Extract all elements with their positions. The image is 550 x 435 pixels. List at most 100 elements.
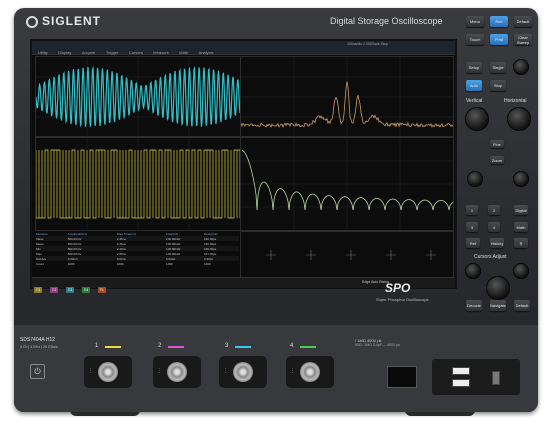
trigger-mode: Auto xyxy=(371,280,378,284)
channel-4-connector[interactable]: ⋮ xyxy=(286,356,334,388)
yellow-waveform-plot xyxy=(36,138,240,230)
zoom-button[interactable]: Zoom xyxy=(490,156,504,164)
measurement-table: Measure Amplitude(C1) Rise Time(C1) Freq… xyxy=(35,231,239,277)
channel-1-label: 1 xyxy=(95,343,98,349)
power-icon: ⏻ xyxy=(34,367,40,377)
math-button[interactable]: Math xyxy=(514,222,528,232)
probe-icon: ⋮ xyxy=(290,368,295,374)
pane4-grid xyxy=(241,138,453,230)
default-setup-button[interactable]: Default xyxy=(514,16,532,27)
green-waveform-plot xyxy=(241,138,453,230)
device-title: Digital Storage Oscilloscope xyxy=(330,16,443,26)
setup-button[interactable]: Setup xyxy=(466,62,482,73)
channel-badge-c4[interactable]: C4 xyxy=(82,287,90,293)
clear-sweep-button[interactable]: Clear Sweep xyxy=(514,34,532,45)
channel-3-color-bar xyxy=(235,346,251,348)
channel-badge-c2[interactable]: C2 xyxy=(50,287,58,293)
input-rating-text: 50Ω / 1MΩ 3.4pF — 400V pk xyxy=(355,343,400,347)
green-trace xyxy=(242,150,453,210)
horizontal-position-knob[interactable] xyxy=(514,172,528,186)
timebase-readout: 100us/div xyxy=(347,42,362,46)
horizontal-scale-knob[interactable] xyxy=(508,108,530,130)
navigate-button[interactable]: Navigate xyxy=(490,300,506,311)
bnc-jack xyxy=(233,362,253,382)
record-button[interactable]: Rec xyxy=(490,16,508,27)
single-button[interactable]: Single xyxy=(490,62,506,73)
search-icon: ⚲ xyxy=(520,241,523,246)
measure-cell: Count xyxy=(35,261,67,266)
touch-button[interactable]: Touch xyxy=(466,34,484,45)
model-number: SDS7404A H12 xyxy=(20,337,55,343)
default-button[interactable]: Default xyxy=(514,300,530,311)
fine-button[interactable]: Fine xyxy=(490,140,504,148)
measure-cell: 1000 xyxy=(165,261,203,266)
decode-button[interactable]: Decode xyxy=(466,300,482,311)
menu-button[interactable]: Menu xyxy=(466,16,484,27)
usb-port-panel xyxy=(432,359,520,395)
cursors-adjust-label: Cursors Adjust xyxy=(474,254,507,260)
usb-device-port[interactable] xyxy=(492,371,500,385)
trigger-type: Edge xyxy=(362,280,370,284)
channel-2-button[interactable]: 2 xyxy=(488,205,500,215)
usb-port-1[interactable] xyxy=(452,367,470,375)
bnc-jack xyxy=(167,362,187,382)
universal-knob[interactable] xyxy=(487,277,509,299)
brand-name: SIGLENT xyxy=(42,14,101,28)
measure-row: Count 1000 1000 1000 1000 xyxy=(35,261,239,266)
channel-4-button[interactable]: 4 xyxy=(488,222,500,232)
channel-badge-c1[interactable]: C1 xyxy=(34,287,42,293)
control-panel: Menu Rec Default Touch Print Clear Sweep… xyxy=(460,12,536,332)
measure-cell: 1000 xyxy=(67,261,116,266)
measure-cell: 1000 xyxy=(116,261,165,266)
channel-4-color-bar xyxy=(300,346,316,348)
vertical-position-knob[interactable] xyxy=(468,172,482,186)
channel-3-button[interactable]: 3 xyxy=(466,222,478,232)
stop-button[interactable]: Stop xyxy=(490,80,506,91)
measurement-graph-area[interactable] xyxy=(240,231,454,279)
channel-1-connector[interactable]: ⋮ xyxy=(84,356,132,388)
acquisition-info: 100us/div 2.00GSa/s Stop xyxy=(347,42,388,46)
measure-cell: 1000 xyxy=(203,261,239,266)
run-state-readout: Stop xyxy=(381,42,388,46)
spo-logo: SPO xyxy=(385,281,410,295)
math-badge-f1[interactable]: F1 xyxy=(98,287,106,293)
bnc-jack xyxy=(98,362,118,382)
fft-plot xyxy=(241,57,453,136)
search-button[interactable]: ⚲ xyxy=(514,238,528,248)
brand-logo: SIGLENT xyxy=(26,14,101,28)
spo-subtitle: Super Phosphor Oscilloscope xyxy=(376,297,429,302)
horizontal-label: Horizontal xyxy=(504,98,527,104)
channel-badge-c3[interactable]: C3 xyxy=(66,287,74,293)
channel-1-button[interactable]: 1 xyxy=(466,205,478,215)
waveform-pane-cyan[interactable] xyxy=(35,56,241,137)
digital-button[interactable]: Digital xyxy=(514,205,528,215)
usb-port-2[interactable] xyxy=(452,379,470,387)
display-screen[interactable]: Utility Display Acquire Trigger Cursors … xyxy=(30,39,457,289)
print-button[interactable]: Print xyxy=(490,34,508,45)
vertical-scale-knob[interactable] xyxy=(466,108,488,130)
cursor-knob-b[interactable] xyxy=(514,264,528,278)
power-button[interactable]: ⏻ xyxy=(30,364,45,379)
crosshair-grid xyxy=(241,232,453,278)
channel-2-label: 2 xyxy=(158,343,161,349)
brand-mark-icon xyxy=(26,16,38,28)
channel-2-connector[interactable]: ⋮ xyxy=(153,356,201,388)
ref-button[interactable]: Ref xyxy=(466,238,480,248)
aux-port[interactable] xyxy=(387,366,417,388)
channel-3-connector[interactable]: ⋮ xyxy=(219,356,267,388)
menu-bar: Utility Display Acquire Trigger Cursors … xyxy=(32,41,455,55)
fft-pane[interactable] xyxy=(240,56,454,137)
probe-icon: ⋮ xyxy=(223,368,228,374)
probe-icon: ⋮ xyxy=(88,368,93,374)
waveform-pane-yellow[interactable] xyxy=(35,137,241,231)
math-pane-green[interactable] xyxy=(240,137,454,231)
cyan-waveform-plot xyxy=(36,57,240,136)
channel-2-color-bar xyxy=(168,346,184,348)
channel-4-label: 4 xyxy=(290,343,293,349)
intensity-knob[interactable] xyxy=(514,60,528,74)
history-button[interactable]: History xyxy=(490,238,504,248)
probe-icon: ⋮ xyxy=(157,368,162,374)
cursor-knob-a[interactable] xyxy=(466,264,480,278)
sample-rate-readout: 2.00GSa/s xyxy=(363,42,380,46)
auto-button[interactable]: Auto xyxy=(466,80,482,91)
